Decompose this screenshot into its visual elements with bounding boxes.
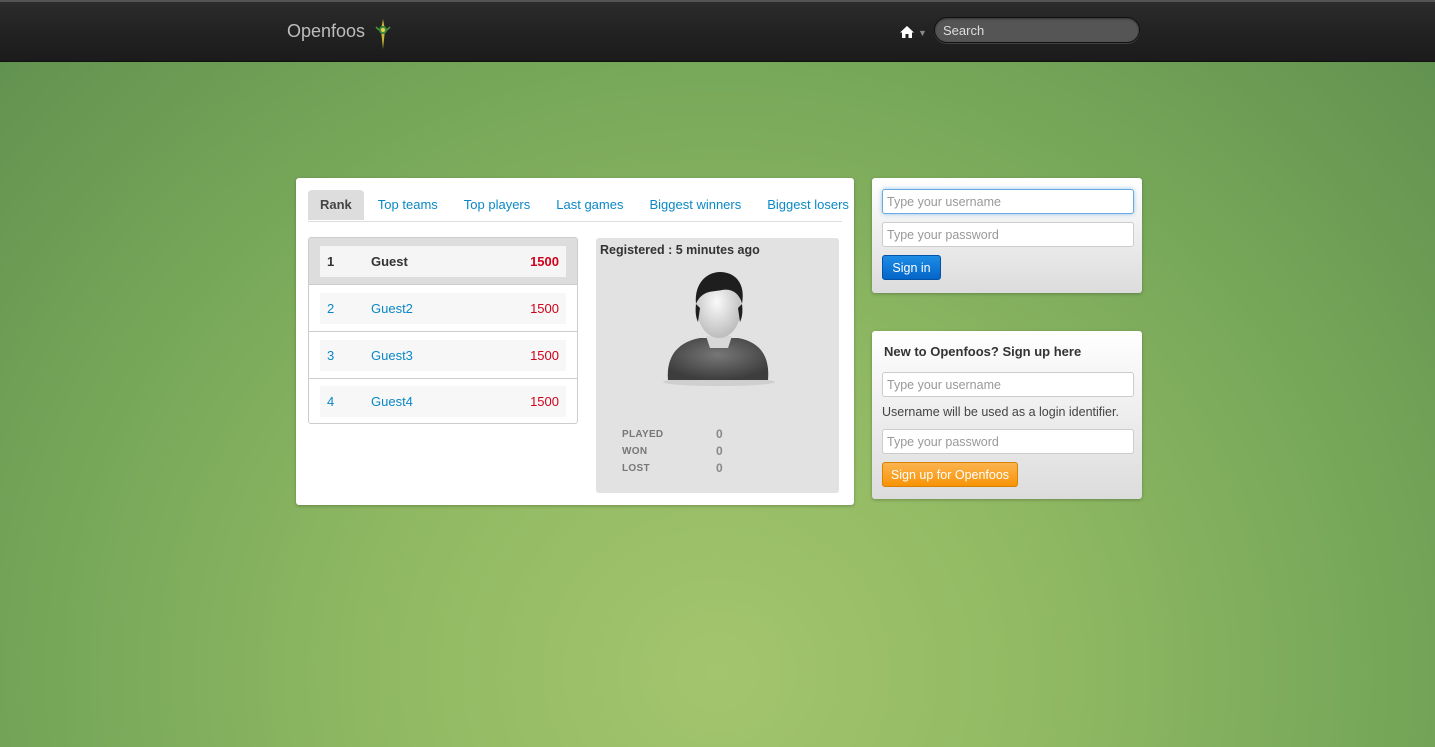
username-help-text: Username will be used as a login identif… (882, 405, 1119, 419)
ranking-row[interactable]: 2 Guest2 1500 (309, 285, 577, 332)
player-name-link[interactable]: Guest4 (371, 386, 413, 417)
player-name-link[interactable]: Guest3 (371, 340, 413, 371)
tab-biggest-winners[interactable]: Biggest winners (637, 190, 753, 220)
stat-value-lost: 0 (716, 461, 723, 475)
ranking-row-selected[interactable]: 1 Guest 1500 (309, 238, 577, 285)
player-score: 1500 (530, 394, 559, 409)
stat-value-played: 0 (716, 427, 723, 441)
stat-label-lost: LOST (622, 463, 650, 474)
player-name-link[interactable]: Guest2 (371, 293, 413, 324)
brand-link[interactable]: Openfoos (287, 21, 365, 42)
stat-label-won: WON (622, 446, 648, 457)
rank-number[interactable]: 4 (327, 386, 334, 417)
ranking-tabs: Rank Top teams Top players Last games Bi… (308, 190, 849, 222)
login-panel: Sign in (872, 178, 1142, 293)
ranking-list: 1 Guest 1500 2 Guest2 1500 3 Guest3 1500… (308, 237, 578, 424)
login-password-field[interactable] (882, 222, 1134, 247)
player-name: Guest (371, 254, 408, 269)
rank-number[interactable]: 3 (327, 340, 334, 371)
signup-panel: New to Openfoos? Sign up here Username w… (872, 331, 1142, 499)
foosball-player-logo-icon (375, 19, 391, 49)
tab-last-games[interactable]: Last games (544, 190, 635, 220)
player-score: 1500 (530, 348, 559, 363)
player-profile-card: Registered : 5 minutes ago PLAYED 0 WON … (596, 238, 839, 493)
ranking-row[interactable]: 4 Guest4 1500 (309, 378, 577, 423)
ranking-panel: Rank Top teams Top players Last games Bi… (296, 178, 854, 505)
signup-username-field[interactable] (882, 372, 1134, 397)
registered-time: Registered : 5 minutes ago (600, 243, 760, 257)
search-input[interactable] (934, 17, 1140, 43)
tab-biggest-losers[interactable]: Biggest losers (755, 190, 861, 220)
player-score: 1500 (530, 301, 559, 316)
ranking-row[interactable]: 3 Guest3 1500 (309, 332, 577, 379)
chevron-down-icon[interactable]: ▼ (918, 28, 927, 38)
rank-number: 1 (327, 254, 335, 269)
tab-top-players[interactable]: Top players (452, 190, 542, 220)
top-navbar: Openfoos ▼ (0, 0, 1435, 62)
login-username-field[interactable] (882, 189, 1134, 214)
tab-top-teams[interactable]: Top teams (366, 190, 450, 220)
tab-rank[interactable]: Rank (308, 190, 364, 220)
sign-up-button[interactable]: Sign up for Openfoos (882, 462, 1018, 487)
rank-number[interactable]: 2 (327, 293, 334, 324)
home-icon[interactable] (899, 24, 915, 40)
sign-in-button[interactable]: Sign in (882, 255, 941, 280)
signup-title: New to Openfoos? Sign up here (884, 344, 1082, 359)
signup-password-field[interactable] (882, 429, 1134, 454)
player-score: 1500 (530, 254, 559, 269)
stat-value-won: 0 (716, 444, 723, 458)
stat-label-played: PLAYED (622, 429, 664, 440)
default-avatar-icon (663, 272, 775, 386)
